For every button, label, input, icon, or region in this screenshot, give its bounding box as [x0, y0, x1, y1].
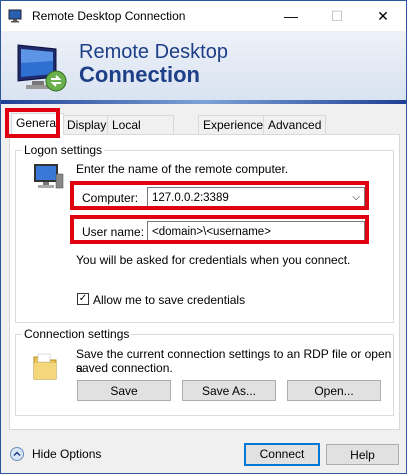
username-field-highlight — [70, 215, 369, 244]
connection-settings-group: Connection settings Save the current con… — [15, 327, 394, 416]
banner-title-line1: Remote Desktop — [79, 41, 228, 63]
window-title: Remote Desktop Connection — [32, 9, 186, 23]
tab-display[interactable]: Display — [62, 115, 112, 134]
logon-instruction: Enter the name of the remote computer. — [76, 162, 289, 176]
connection-settings-label: Connection settings — [22, 327, 132, 341]
connect-button[interactable]: Connect — [244, 443, 320, 466]
hide-options-icon[interactable] — [10, 447, 24, 461]
save-credentials-checkbox[interactable]: ✓ — [77, 293, 89, 305]
save-button[interactable]: Save — [77, 380, 171, 401]
tab-experience[interactable]: Experience — [198, 115, 269, 134]
remote-desktop-icon — [17, 44, 67, 92]
general-tab-highlight — [5, 108, 60, 138]
open-button[interactable]: Open... — [287, 380, 381, 401]
close-button[interactable]: ✕ — [360, 1, 406, 31]
connection-description-line2: saved connection. — [76, 361, 173, 375]
computer-icon — [34, 164, 64, 189]
banner-stripe — [1, 100, 406, 104]
banner-title-line2: Connection — [79, 62, 200, 87]
header-banner: Remote Desktop Connection — [1, 31, 406, 104]
folder-icon — [33, 353, 57, 380]
rdc-window: Remote Desktop Connection — ☐ ✕ Remote D… — [0, 0, 407, 474]
logon-settings-label: Logon settings — [22, 143, 105, 157]
tab-advanced[interactable]: Advanced — [263, 115, 327, 134]
credentials-note: You will be asked for credentials when y… — [76, 253, 351, 267]
computer-field-highlight — [70, 181, 369, 210]
footer-bar: Hide Options Connect Help — [1, 433, 406, 473]
help-button[interactable]: Help — [326, 444, 399, 465]
hide-options-link[interactable]: Hide Options — [32, 447, 101, 461]
save-as-button[interactable]: Save As... — [182, 380, 276, 401]
tab-local-resources[interactable]: Local Resources — [107, 115, 175, 150]
app-icon — [8, 9, 22, 23]
minimize-button[interactable]: — — [268, 1, 314, 31]
maximize-button[interactable]: ☐ — [314, 1, 360, 31]
title-bar: Remote Desktop Connection — ☐ ✕ — [1, 1, 406, 31]
save-credentials-label[interactable]: Allow me to save credentials — [93, 293, 245, 307]
general-tab-panel: Logon settings Enter the name of the rem… — [9, 134, 400, 430]
